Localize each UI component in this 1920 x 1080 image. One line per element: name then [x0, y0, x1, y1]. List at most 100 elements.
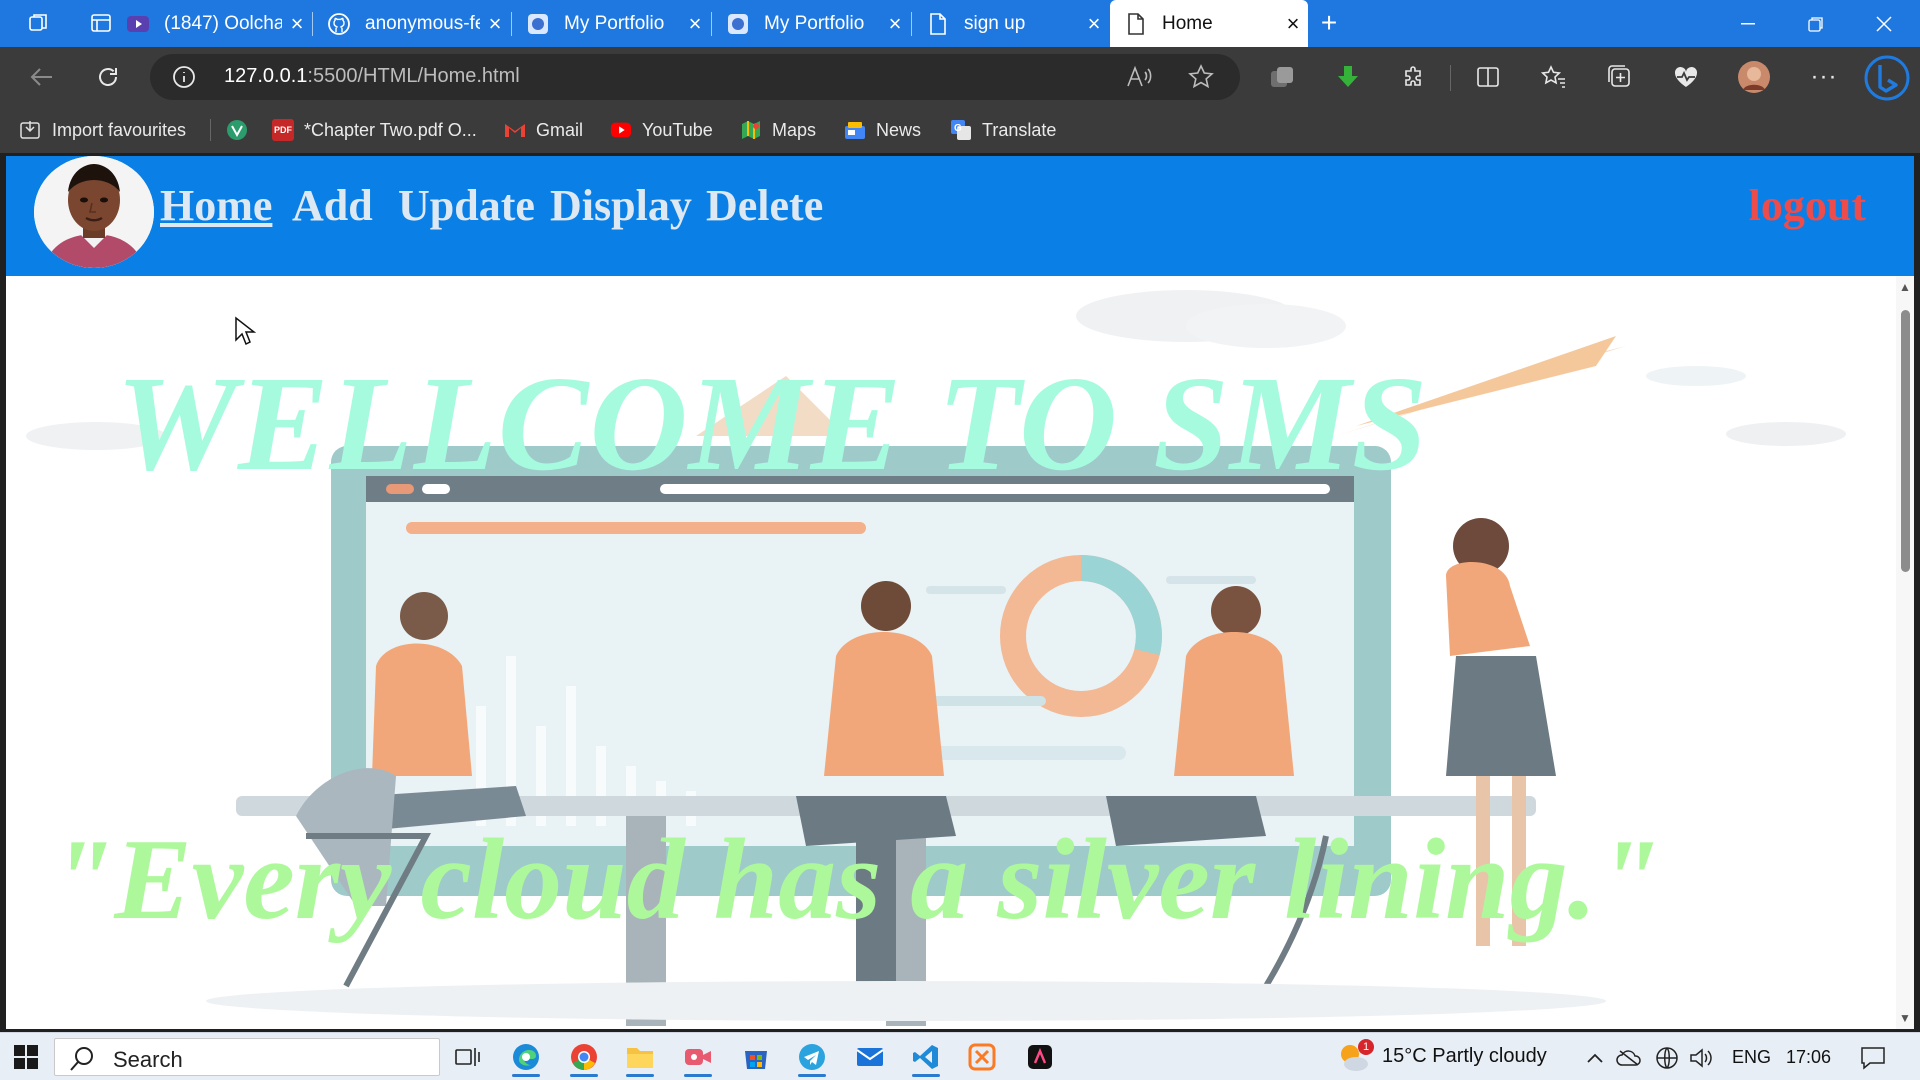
windows-start-icon[interactable]: [6, 1039, 46, 1075]
url-text[interactable]: 127.0.0.1:5500/HTML/Home.html: [224, 65, 520, 88]
file-explorer-icon[interactable]: [614, 1037, 666, 1077]
restore-icon[interactable]: [1782, 0, 1850, 47]
tab-sign-up[interactable]: sign up ×: [912, 0, 1109, 47]
volume-icon[interactable]: [1688, 1045, 1714, 1071]
bookmark-import-favourites[interactable]: Import favourites: [20, 107, 186, 153]
tab-my-portfolio-2[interactable]: My Portfolio ×: [712, 0, 910, 47]
tab-title: anonymous-feedb: [365, 12, 480, 34]
bookmark-label: *Chapter Two.pdf O...: [304, 119, 477, 140]
scroll-down-icon[interactable]: ▼: [1899, 1011, 1911, 1025]
microsoft-store-icon[interactable]: [730, 1037, 782, 1077]
weather-text[interactable]: 15°C Partly cloudy: [1382, 1045, 1547, 1068]
close-tab-icon[interactable]: ×: [480, 11, 510, 37]
favorites-bar: Import favourites PDF *Chapter Two.pdf O…: [0, 107, 1920, 153]
avatar: [34, 156, 154, 268]
translate-icon: G: [950, 119, 972, 141]
search-icon: [69, 1046, 95, 1077]
mouse-cursor-icon: [235, 316, 256, 346]
xampp-icon[interactable]: [956, 1037, 1008, 1077]
show-hidden-icons-chevron-up-icon[interactable]: [1582, 1045, 1608, 1071]
tab-my-portfolio-1[interactable]: My Portfolio ×: [512, 0, 710, 47]
portfolio-tab-icon: [726, 12, 750, 36]
weather-icon[interactable]: 1: [1336, 1039, 1374, 1075]
bookmark-news[interactable]: News: [844, 107, 921, 153]
windows-taskbar: Search 1 15°C Partly cloudy ENG 17:06: [0, 1032, 1920, 1080]
svg-text:G: G: [954, 123, 962, 134]
new-tab-icon[interactable]: +: [1312, 7, 1346, 38]
url-path: :5500/HTML/Home.html: [307, 65, 520, 87]
bookmark-gmail[interactable]: Gmail: [504, 107, 583, 153]
bookmark-youtube[interactable]: YouTube: [610, 107, 713, 153]
site-navbar: Home Add Update Display Delete logout: [6, 156, 1914, 276]
language-indicator[interactable]: ENG: [1732, 1047, 1771, 1068]
logout-link[interactable]: logout: [1749, 180, 1866, 231]
collections-icon[interactable]: [1600, 59, 1640, 95]
address-bar[interactable]: 127.0.0.1:5500/HTML/Home.html: [150, 54, 1240, 100]
bookmark-chapter-two-pdf[interactable]: PDF *Chapter Two.pdf O...: [272, 107, 477, 153]
network-globe-icon[interactable]: [1654, 1045, 1680, 1071]
minimize-icon[interactable]: [1714, 0, 1782, 47]
more-options-icon[interactable]: ···: [1804, 59, 1844, 95]
edge-taskbar-icon[interactable]: [500, 1037, 552, 1077]
close-tab-icon[interactable]: ×: [680, 11, 710, 37]
mail-icon[interactable]: [844, 1037, 896, 1077]
close-tab-icon[interactable]: ×: [1278, 11, 1308, 37]
gmail-icon: [504, 119, 526, 141]
scroll-up-icon[interactable]: ▲: [1899, 280, 1911, 294]
news-icon: [844, 119, 866, 141]
maps-icon: [740, 119, 762, 141]
tab-home-active[interactable]: Home ×: [1110, 0, 1308, 47]
weather-badge: 1: [1358, 1039, 1374, 1055]
refresh-icon[interactable]: [88, 59, 128, 95]
youtube-tab-icon: [126, 12, 150, 36]
page-viewport: Home Add Update Display Delete logout WE…: [6, 156, 1914, 1029]
read-aloud-icon[interactable]: [1126, 64, 1154, 95]
tab-youtube[interactable]: (1847) Oolchaa - G ×: [112, 0, 312, 47]
tab-github[interactable]: anonymous-feedb ×: [313, 0, 510, 47]
bookmarks-divider: [210, 119, 211, 141]
bookmark-translate[interactable]: G Translate: [950, 107, 1056, 153]
screen-recorder-icon[interactable]: [672, 1037, 724, 1077]
taskbar-search-box[interactable]: Search: [54, 1038, 440, 1076]
close-tab-icon[interactable]: ×: [1079, 11, 1109, 37]
nav-link-update[interactable]: Update: [398, 180, 535, 231]
import-favourites-icon: [20, 119, 42, 141]
bookmark-maps[interactable]: Maps: [740, 107, 816, 153]
bookmark-label: YouTube: [642, 119, 713, 140]
vertical-scrollbar[interactable]: ▲ ▼: [1896, 276, 1914, 1029]
nav-link-delete[interactable]: Delete: [706, 180, 823, 231]
bookmark-vue[interactable]: [226, 107, 258, 153]
collections-ext-icon[interactable]: [1262, 59, 1302, 95]
download-extension-icon[interactable]: [1328, 59, 1368, 95]
toolbar-divider: [1450, 65, 1451, 91]
bing-copilot-icon[interactable]: [1862, 53, 1912, 103]
clock-time[interactable]: 17:06: [1786, 1047, 1831, 1068]
back-icon[interactable]: [22, 59, 62, 95]
profile-avatar[interactable]: [1734, 59, 1774, 95]
task-view-icon[interactable]: [442, 1037, 494, 1077]
media-app-icon[interactable]: [1014, 1037, 1066, 1077]
hero-section: WELLCOME TO SMS "Every cloud has a silve…: [6, 276, 1896, 1029]
chrome-taskbar-icon[interactable]: [558, 1037, 610, 1077]
close-tab-icon[interactable]: ×: [282, 11, 312, 37]
telegram-icon[interactable]: [786, 1037, 838, 1077]
notifications-icon[interactable]: [1858, 1045, 1888, 1071]
favorites-icon[interactable]: [1534, 59, 1574, 95]
nav-link-home[interactable]: Home: [160, 180, 272, 231]
bookmark-label: Maps: [772, 119, 817, 140]
close-tab-icon[interactable]: ×: [880, 11, 910, 37]
onedrive-icon[interactable]: [1616, 1045, 1642, 1071]
workspaces-icon[interactable]: [22, 8, 56, 38]
favorite-star-icon[interactable]: [1188, 64, 1214, 95]
nav-link-add[interactable]: Add: [292, 180, 373, 231]
extensions-icon[interactable]: [1394, 59, 1434, 95]
browser-tab-bar: (1847) Oolchaa - G × anonymous-feedb × M…: [0, 0, 1920, 47]
site-info-icon[interactable]: [172, 65, 196, 89]
vscode-icon[interactable]: [900, 1037, 952, 1077]
split-screen-icon[interactable]: [1468, 59, 1508, 95]
close-window-icon[interactable]: [1850, 0, 1918, 47]
bookmark-label: Translate: [982, 119, 1057, 140]
nav-link-display[interactable]: Display: [550, 180, 692, 231]
browser-essentials-icon[interactable]: [1666, 59, 1706, 95]
scrollbar-thumb[interactable]: [1901, 310, 1910, 572]
